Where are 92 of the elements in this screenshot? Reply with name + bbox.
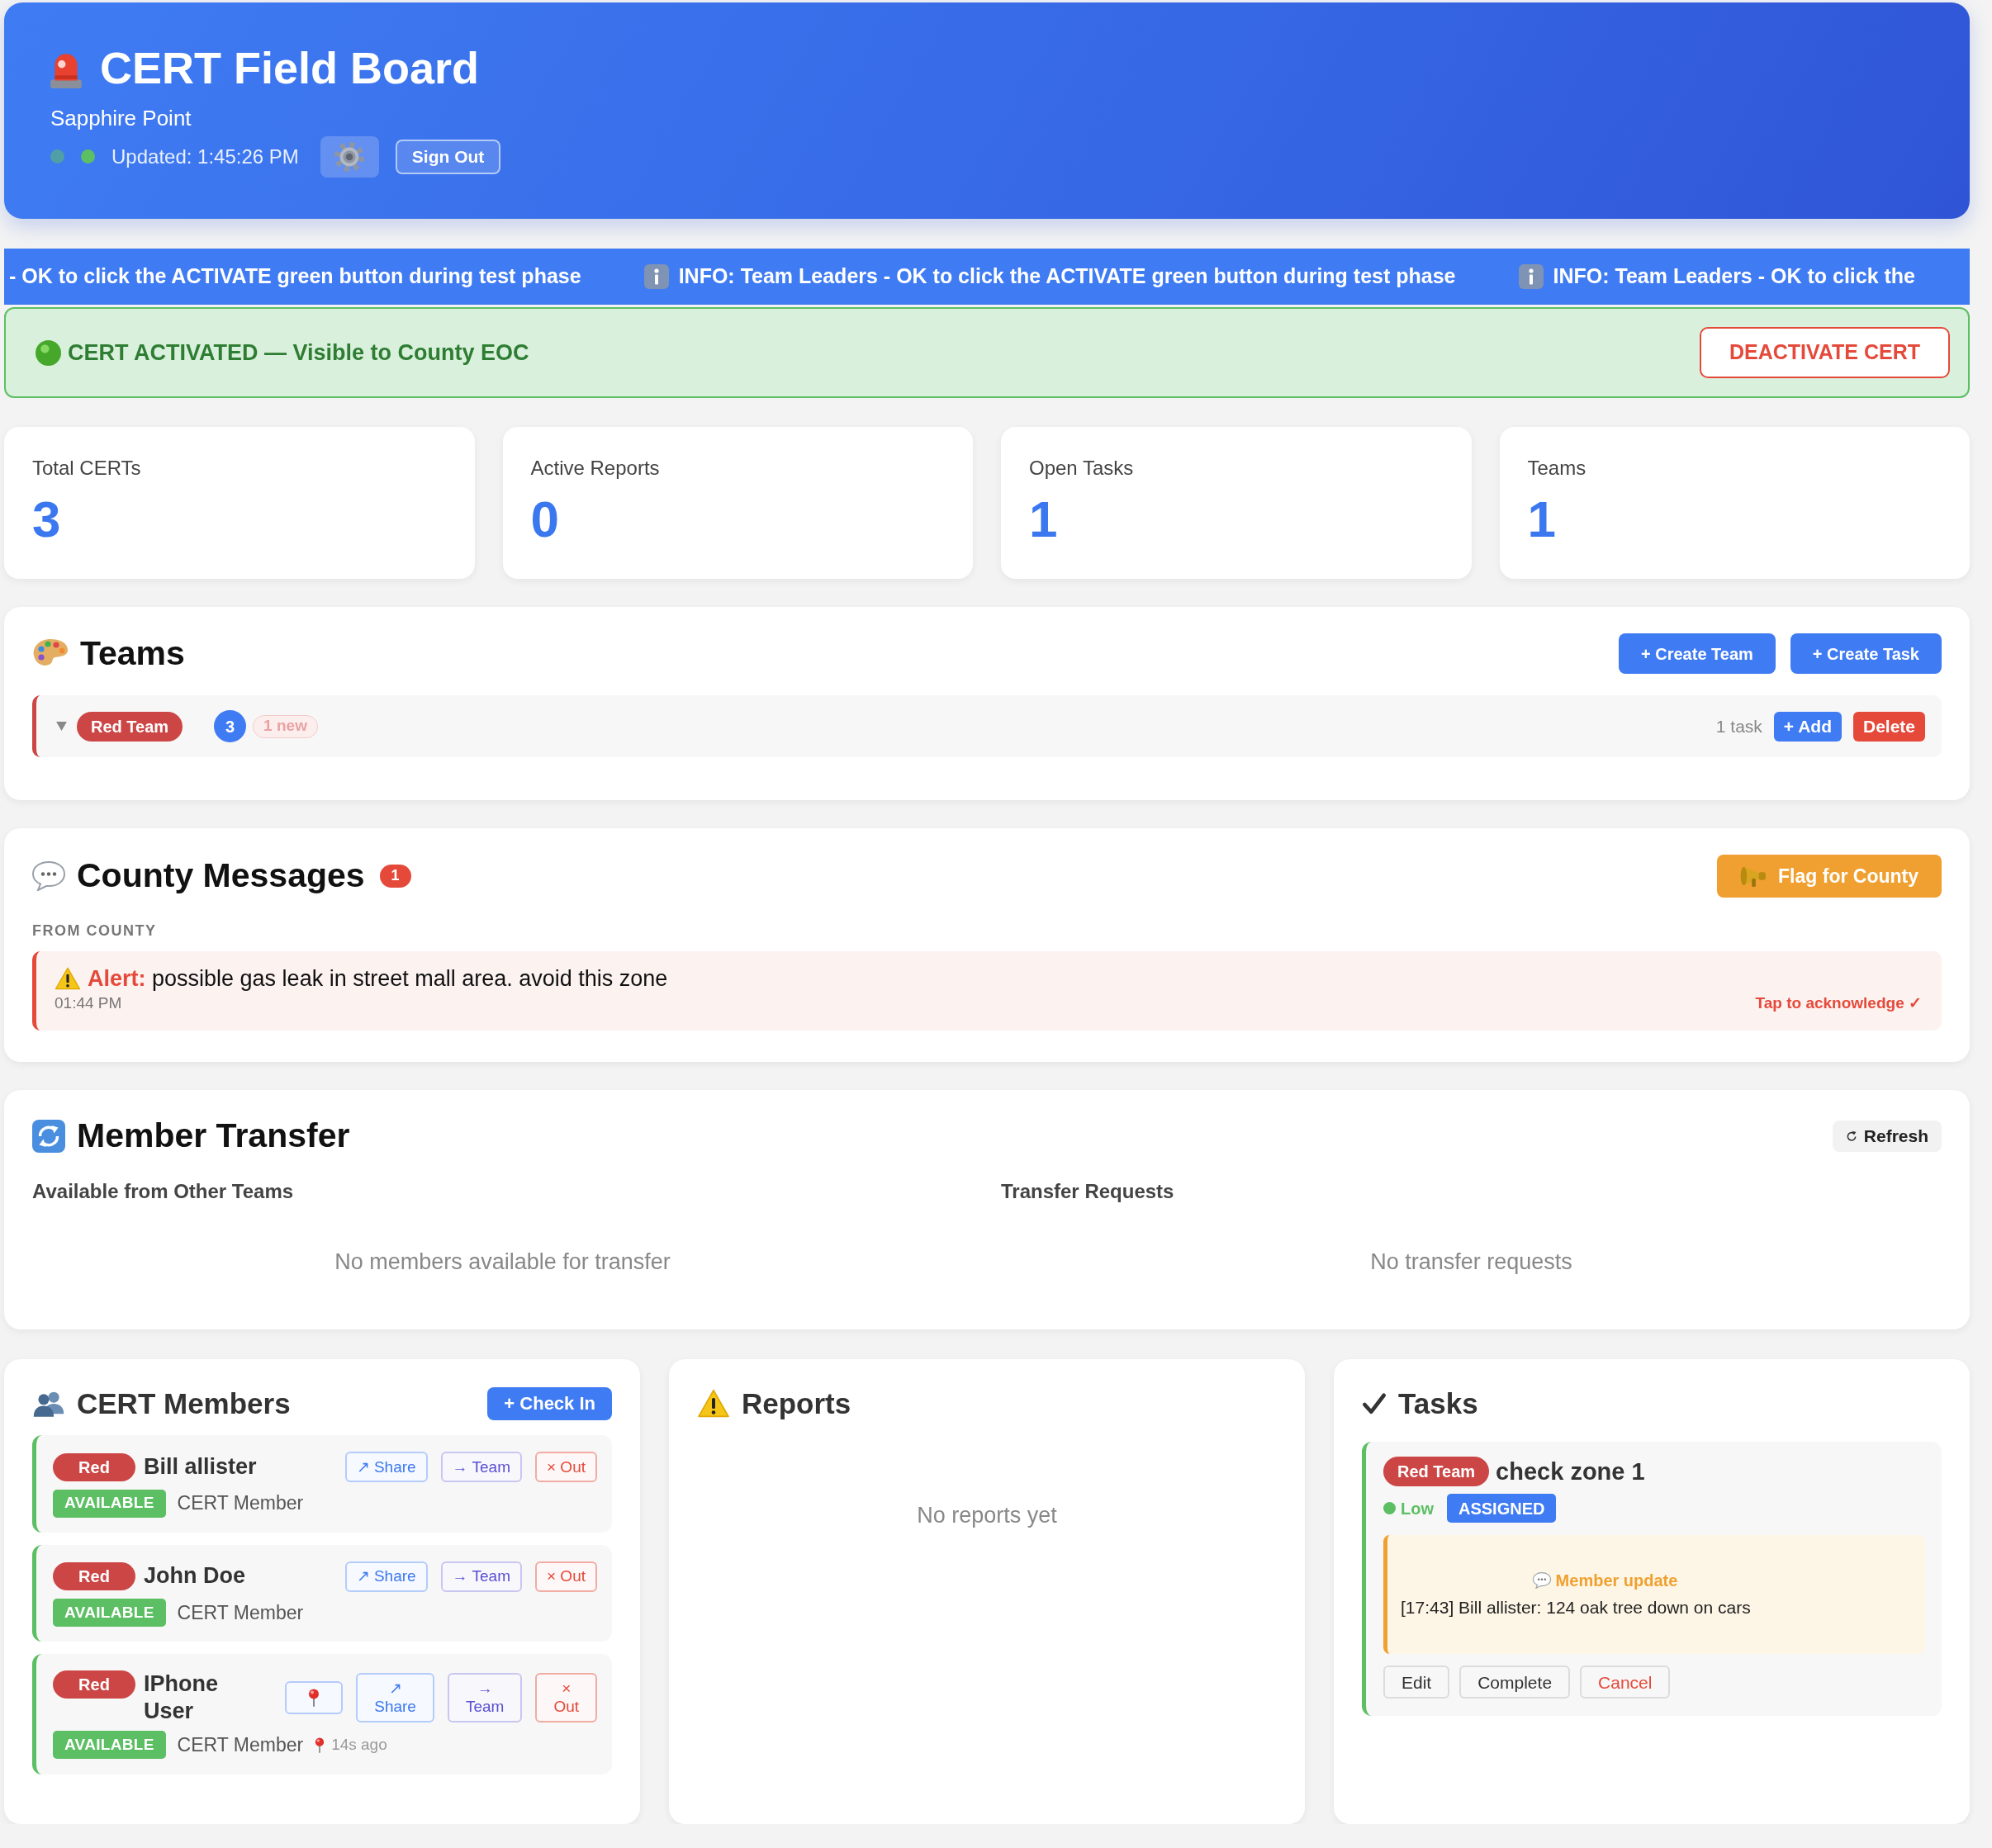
section-title: Reports xyxy=(742,1386,851,1421)
share-button[interactable]: ↗ Share xyxy=(344,1452,428,1483)
stat-label: Total CERTs xyxy=(32,457,141,479)
move-team-button[interactable]: → Team xyxy=(447,1672,523,1722)
deactivate-button[interactable]: DEACTIVATE CERT xyxy=(1699,327,1950,378)
member-name: Bill allister xyxy=(144,1452,257,1481)
stat-value: 0 xyxy=(530,490,559,547)
complete-button[interactable]: Complete xyxy=(1459,1666,1571,1699)
team-tag: Red xyxy=(53,1452,135,1481)
people-icon xyxy=(32,1390,65,1417)
flag-button[interactable]: Flag for County xyxy=(1717,855,1942,898)
share-button[interactable]: ↗ Share xyxy=(356,1672,434,1722)
check-out-button[interactable]: × Out xyxy=(535,1561,597,1592)
app-title: CERT Field Board xyxy=(100,44,480,93)
stat-value: 3 xyxy=(32,490,61,547)
pin-icon xyxy=(308,1688,320,1707)
member-name: John Doe xyxy=(144,1562,245,1590)
section-title: CERT Members xyxy=(77,1386,291,1421)
create-team-button[interactable]: + Create Team xyxy=(1619,633,1776,674)
updated-time: Updated: 1:45:26 PM xyxy=(111,144,299,169)
empty-state: No members available for transfer xyxy=(334,1249,671,1275)
empty-state: No transfer requests xyxy=(1370,1249,1572,1275)
team-tag: Red Team xyxy=(77,711,183,742)
team-row[interactable]: Red Team 3 1 new 1 task + Add Delete xyxy=(32,695,1942,757)
status-badge: AVAILABLE xyxy=(53,1489,166,1518)
refresh-icon xyxy=(1845,1130,1857,1142)
edit-button[interactable]: Edit xyxy=(1383,1666,1450,1699)
site-name: Sapphire Point xyxy=(50,106,192,132)
task-count: 1 task xyxy=(1715,715,1762,737)
member-role: CERT Member xyxy=(177,1491,304,1516)
ticker-text: INFO: Team Leaders - OK to click the ACTIVATE green button during test phase xyxy=(678,263,1456,290)
activation-status: CERT ACTIVATED — Visible to County EOC xyxy=(68,339,529,367)
unread-badge: 1 xyxy=(379,865,411,888)
team-tag: Red xyxy=(53,1562,135,1591)
team-tag: Red Team xyxy=(1383,1457,1490,1487)
delete-button[interactable]: Delete xyxy=(1852,711,1925,742)
section-title: Member Transfer xyxy=(77,1116,350,1156)
update-text: [17:43] Bill allister: 124 oak tree down on cars xyxy=(1401,1597,1751,1619)
pin-icon xyxy=(315,1737,325,1753)
priority-label: Low xyxy=(1401,1498,1434,1519)
location-age: 14s ago xyxy=(331,1735,387,1756)
section-label: FROM COUNTY xyxy=(32,922,157,941)
stat-label: Teams xyxy=(1527,457,1586,479)
ticker-text: INFO: Team Leaders - OK to click the xyxy=(1553,263,1916,290)
column-heading: Transfer Requests xyxy=(1001,1180,1174,1203)
info-icon xyxy=(643,264,669,289)
check-in-button[interactable]: + Check In xyxy=(487,1386,612,1420)
acknowledge-link[interactable]: Tap to acknowledge ✓ xyxy=(1755,992,1922,1016)
member-name: IPhone User xyxy=(144,1670,219,1725)
create-task-button[interactable]: + Create Task xyxy=(1790,633,1942,674)
message-time: 01:44 PM xyxy=(55,993,122,1014)
status-badge: AVAILABLE xyxy=(53,1599,166,1627)
move-team-button[interactable]: → Team xyxy=(440,1452,522,1483)
speech-bubble-icon xyxy=(32,861,65,891)
warning-icon xyxy=(55,967,81,991)
cancel-button[interactable]: Cancel xyxy=(1580,1666,1671,1699)
move-team-button[interactable]: → Team xyxy=(440,1561,522,1592)
info-icon xyxy=(1518,264,1544,289)
status-light-icon xyxy=(36,339,61,366)
member-role: CERT Member xyxy=(177,1733,304,1758)
share-button[interactable]: ↗ Share xyxy=(344,1561,428,1592)
caret-icon xyxy=(56,722,67,731)
speech-bubble-icon xyxy=(1532,1572,1551,1590)
add-button[interactable]: + Add xyxy=(1773,711,1842,742)
refresh-icon xyxy=(32,1119,65,1153)
member-count-badge: 3 xyxy=(214,710,247,742)
locate-button[interactable] xyxy=(285,1680,344,1714)
stat-label: Open Tasks xyxy=(1029,457,1134,479)
gear-icon xyxy=(334,140,366,173)
new-badge: 1 new xyxy=(253,714,318,738)
status-badge: ASSIGNED xyxy=(1447,1494,1557,1523)
update-heading: Member update xyxy=(1555,1571,1678,1592)
empty-state: No reports yet xyxy=(917,1503,1057,1528)
team-tag: Red xyxy=(53,1670,135,1699)
stat-value: 1 xyxy=(1029,490,1058,547)
section-title: Teams xyxy=(80,633,185,674)
ticker-text: - OK to click the ACTIVATE green button during test phase xyxy=(9,263,581,290)
column-heading: Available from Other Teams xyxy=(32,1180,294,1203)
stat-value: 1 xyxy=(1527,490,1556,547)
stat-label: Active Reports xyxy=(530,457,660,479)
check-out-button[interactable]: × Out xyxy=(535,1452,597,1483)
section-title: Tasks xyxy=(1398,1386,1478,1421)
warning-icon xyxy=(697,1389,730,1419)
status-badge: AVAILABLE xyxy=(53,1731,166,1760)
section-title: County Messages xyxy=(77,856,365,896)
refresh-button[interactable]: Refresh xyxy=(1832,1120,1942,1152)
member-role: CERT Member xyxy=(177,1600,304,1625)
check-out-button[interactable]: × Out xyxy=(535,1672,597,1722)
check-icon xyxy=(1362,1391,1387,1415)
task-title: check zone 1 xyxy=(1496,1457,1645,1486)
sign-out-button[interactable]: Sign Out xyxy=(395,139,501,174)
message-text: Alert: possible gas leak in street mall area. avoid this zone xyxy=(88,965,668,993)
